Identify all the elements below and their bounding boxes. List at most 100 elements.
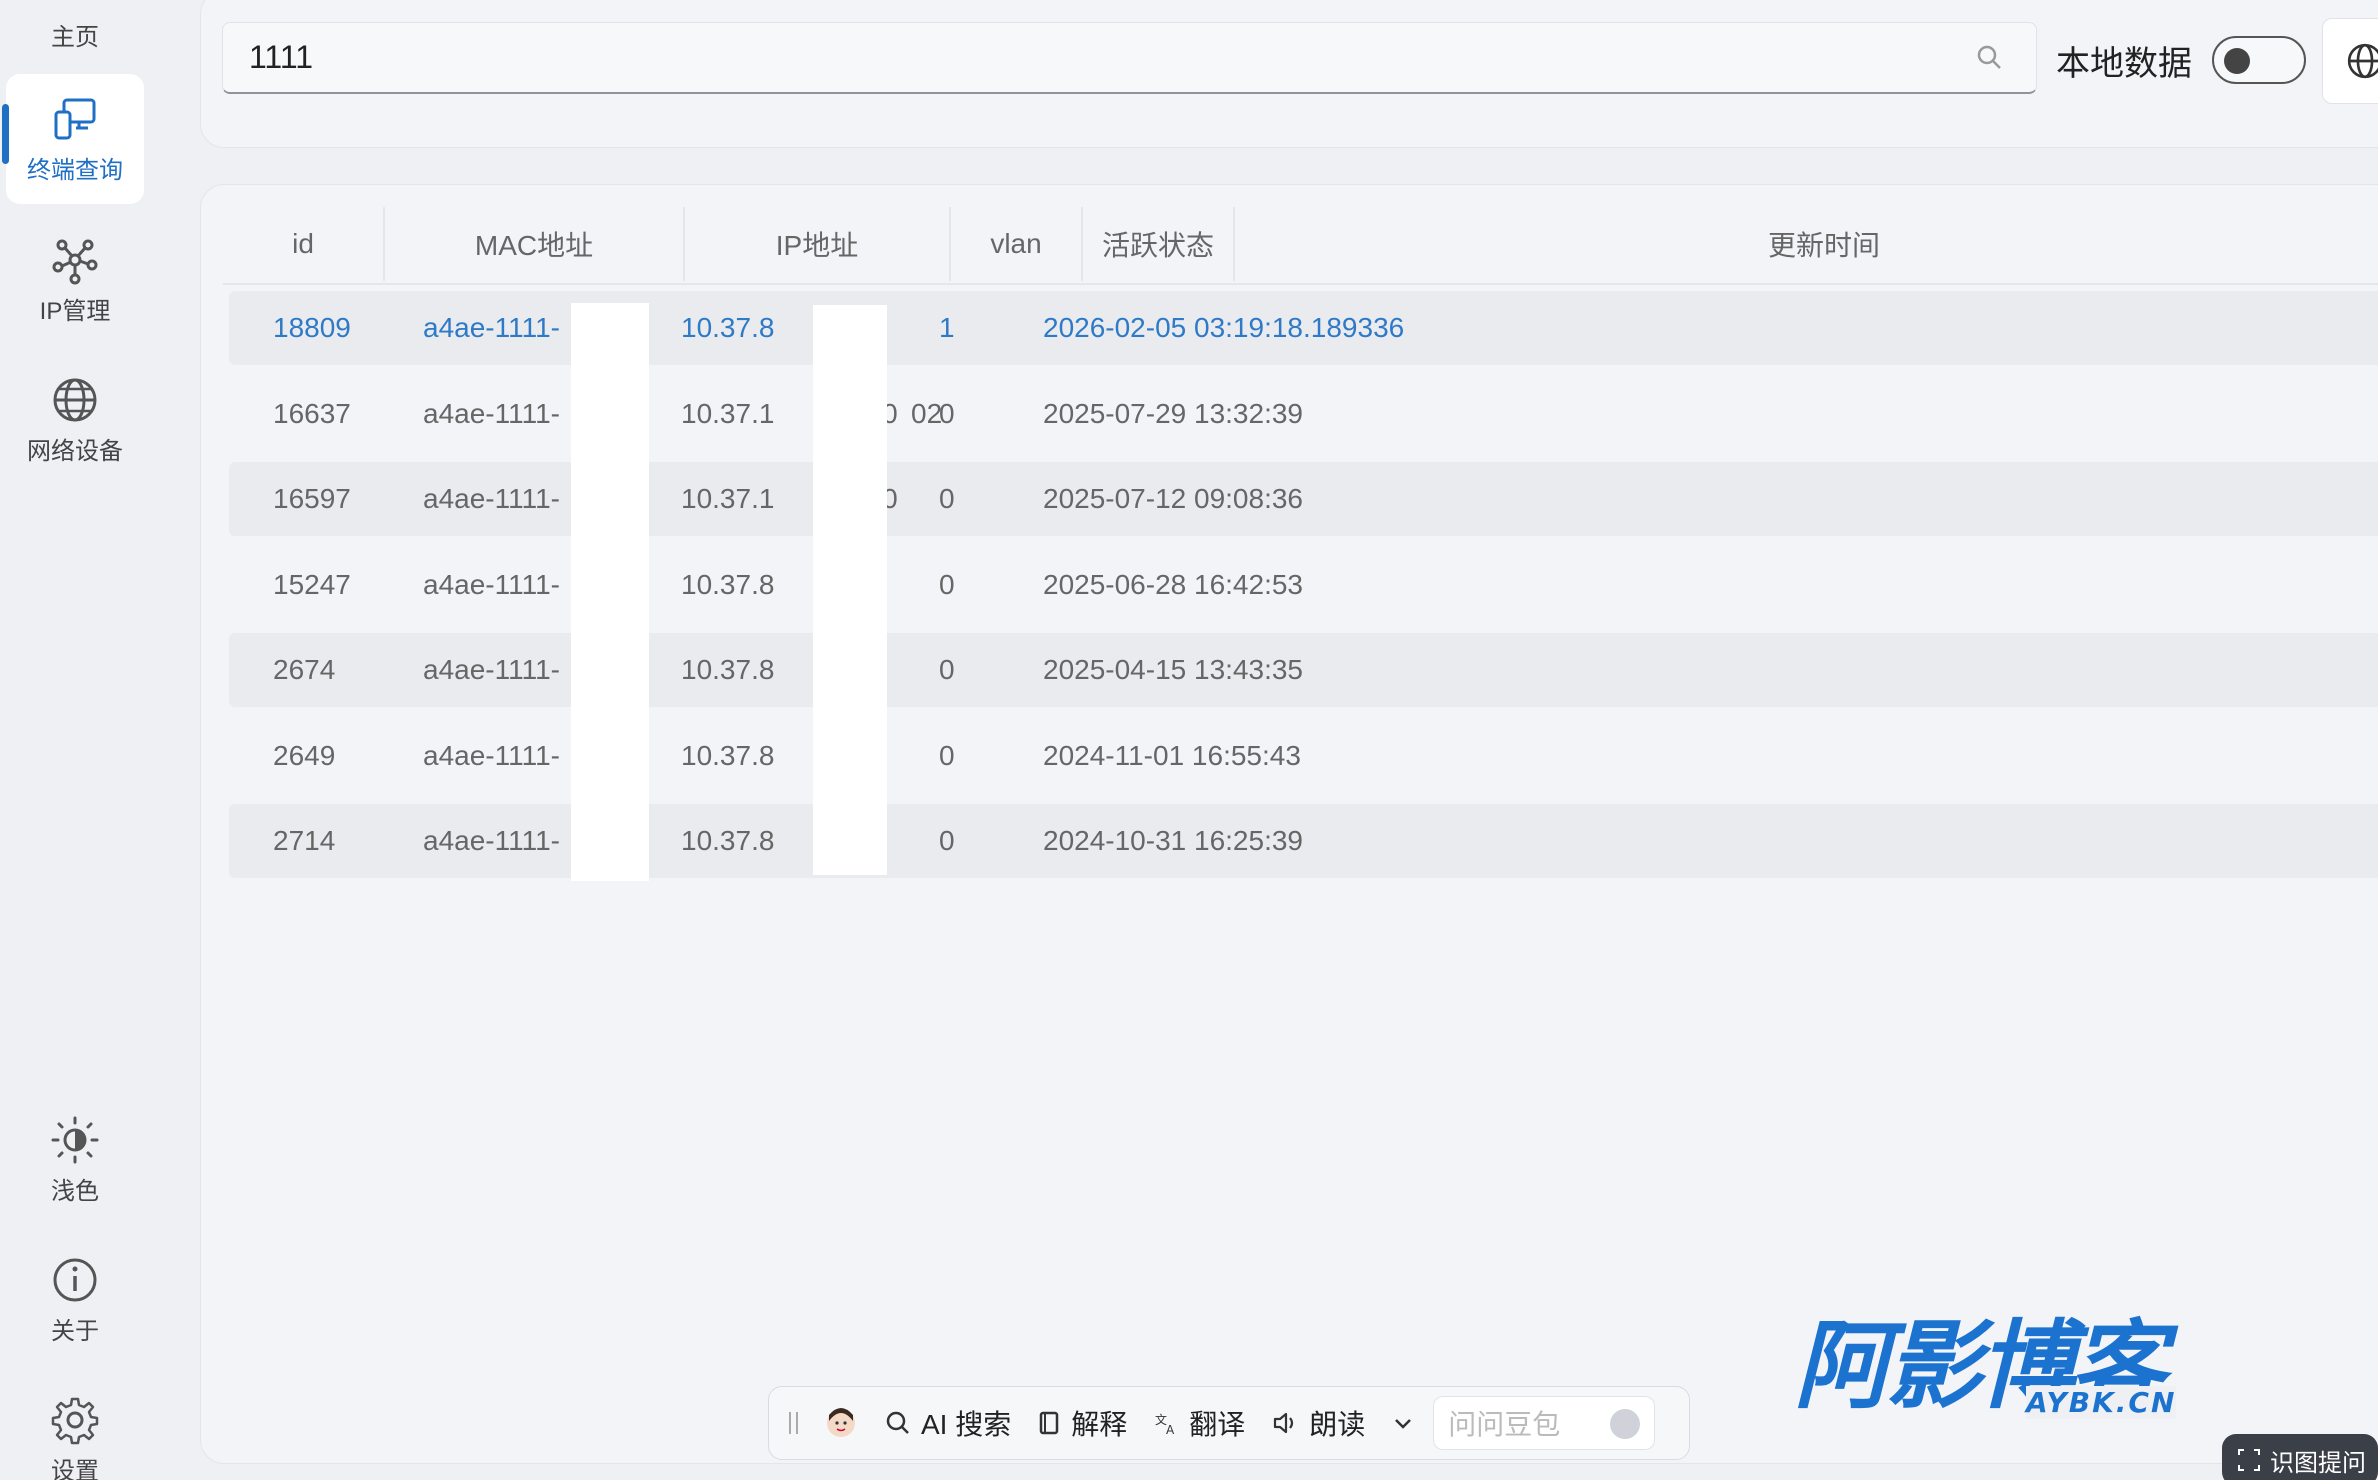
table-cell-ip: 10.37.8 xyxy=(681,825,775,856)
column-header-active-status[interactable]: 活跃状态 xyxy=(1083,205,1233,283)
ip-network-icon xyxy=(52,239,98,284)
table-cell-id: 18809 xyxy=(273,312,351,343)
translate-button[interactable]: 文A 翻译 xyxy=(1153,1403,1245,1443)
table-cell-ip-tail: 02 xyxy=(911,397,943,429)
table-cell-mac: a4ae-1111- xyxy=(423,654,560,685)
sidebar-item-label: 终端查询 xyxy=(27,156,123,184)
sidebar-item-terminal-query[interactable]: 终端查询 xyxy=(2,74,144,204)
local-data-toggle[interactable] xyxy=(2212,36,2306,84)
table-cell-updated: 2025-04-15 13:43:35 xyxy=(1043,654,1303,685)
table-cell-updated: 2025-07-12 09:08:36 xyxy=(1043,483,1303,514)
table-cell-mac: a4ae-1111- xyxy=(423,397,560,429)
language-button[interactable] xyxy=(2322,18,2378,104)
drag-handle-icon xyxy=(789,1412,798,1434)
table-row[interactable]: 2649a4ae-1111-10.37.8102024-11-01 16:55:… xyxy=(229,719,2378,793)
table-cell-active: 1 xyxy=(939,312,955,343)
search-input-value[interactable]: 1111 xyxy=(249,39,1970,76)
table-row[interactable]: 2714a4ae-1111-10.37.8102024-10-31 16:25:… xyxy=(229,804,2378,878)
explain-button[interactable]: 解释 xyxy=(1037,1403,1127,1443)
table-cell-id: 2674 xyxy=(273,654,336,685)
table-cell-active: 0 xyxy=(939,483,955,514)
watermark-logo: 阿影博客 AYBK.CN xyxy=(1794,1316,2194,1419)
table-cell-updated: 2025-07-29 13:32:39 xyxy=(1043,397,1303,429)
table-cell-id: 2714 xyxy=(273,825,336,856)
table-cell-active: 0 xyxy=(939,739,955,771)
settings-gear-icon xyxy=(51,1397,99,1444)
home-icon xyxy=(50,0,100,11)
sidebar-item-ip-management[interactable]: IP管理 xyxy=(6,220,144,340)
translate-label: 翻译 xyxy=(1189,1409,1246,1440)
table-cell-updated: 2026-02-05 03:19:18.189336 xyxy=(1043,312,1405,343)
sidebar-item-label: 网络设备 xyxy=(27,437,123,465)
table-row[interactable]: 15247a4ae-1111-10.37.88802025-06-28 16:4… xyxy=(229,548,2378,622)
ask-doubao-placeholder: 问问豆包 xyxy=(1448,1409,1561,1440)
translate-icon: 文A xyxy=(1155,1412,1175,1436)
ask-doubao-input[interactable]: 问问豆包 xyxy=(1433,1396,1656,1450)
send-arrow-icon[interactable] xyxy=(1610,1409,1641,1439)
column-header-updated-time[interactable]: 更新时间 xyxy=(1235,205,2378,283)
table-cell-updated: 2024-10-31 16:25:39 xyxy=(1043,825,1303,856)
sidebar-item-label: 设置 xyxy=(51,1457,99,1480)
sidebar: 主页 终端查询 IP管理 网络设备 浅色 关于 设置 xyxy=(0,0,144,1480)
read-aloud-button[interactable]: 朗读 xyxy=(1271,1403,1365,1443)
redaction-mask-mac xyxy=(571,303,649,881)
table-cell-ip: 10.37.1 xyxy=(681,397,775,429)
more-dropdown-button[interactable] xyxy=(1391,1411,1425,1435)
chevron-down-icon xyxy=(1395,1419,1412,1429)
table-cell-ip: 10.37.8 xyxy=(681,568,775,600)
table-row[interactable]: 2674a4ae-1111-10.37.88802025-04-15 13:43… xyxy=(229,633,2378,707)
table-cell-mac: a4ae-1111- xyxy=(423,312,560,343)
ai-search-icon xyxy=(886,1411,909,1434)
column-header-vlan[interactable]: vlan xyxy=(951,205,1081,283)
globe-icon xyxy=(53,378,97,421)
header-divider xyxy=(223,283,2378,285)
column-header-id[interactable]: id xyxy=(223,205,383,283)
table-cell-active: 0 xyxy=(939,654,955,685)
drag-handle[interactable] xyxy=(787,1408,811,1438)
table-row[interactable]: 16597a4ae-1111-10.37.136002025-07-12 09:… xyxy=(229,462,2378,536)
info-icon xyxy=(53,1258,97,1301)
table-row[interactable]: 18809a4ae-1111-10.37.8112026-02-05 03:19… xyxy=(229,291,2378,365)
local-data-label: 本地数据 xyxy=(2056,45,2192,83)
sidebar-item-about[interactable]: 关于 xyxy=(6,1240,144,1360)
ai-search-label: AI 搜索 xyxy=(921,1409,1012,1440)
results-table: id MAC地址 IP地址 vlan 活跃状态 更新时间 18809 a4ae-1… xyxy=(200,184,2378,1464)
table-cell-mac: a4ae-1111- xyxy=(423,568,560,600)
table-cell-id: 2649 xyxy=(273,739,336,771)
search-input[interactable]: 1111 xyxy=(222,22,2037,94)
globe-icon xyxy=(2347,43,2378,79)
svg-text:A: A xyxy=(1166,1423,1175,1436)
book-icon xyxy=(1040,1411,1059,1435)
sidebar-item-label: IP管理 xyxy=(39,297,111,325)
table-cell-active: 0 xyxy=(939,568,955,600)
table-cell-active: 0 xyxy=(939,825,955,856)
scan-image-icon xyxy=(2238,1449,2260,1471)
sidebar-item-home[interactable]: 主页 xyxy=(6,0,144,60)
column-header-ip[interactable]: IP地址 xyxy=(685,205,949,283)
ai-search-button[interactable]: AI 搜索 xyxy=(885,1403,1011,1443)
column-header-mac[interactable]: MAC地址 xyxy=(385,205,683,283)
speaker-icon xyxy=(1274,1412,1294,1434)
explain-label: 解释 xyxy=(1071,1409,1128,1440)
watermark-sub-text: AYBK.CN xyxy=(2026,1386,2177,1419)
table-cell-updated: 2024-11-01 16:55:43 xyxy=(1043,739,1301,771)
table-cell-id: 16597 xyxy=(273,483,351,514)
sidebar-item-theme[interactable]: 浅色 xyxy=(6,1100,144,1220)
sidebar-item-label: 主页 xyxy=(51,23,99,51)
redaction-mask-ip xyxy=(813,305,887,875)
assistant-avatar[interactable] xyxy=(825,1407,867,1439)
table-cell-ip: 10.37.8 xyxy=(681,739,775,771)
sidebar-item-settings[interactable]: 设置 xyxy=(6,1380,144,1480)
table-cell-ip: 10.37.1 xyxy=(681,483,775,514)
table-cell-id: 16637 xyxy=(273,397,351,429)
sidebar-item-label: 浅色 xyxy=(51,1177,99,1205)
theme-brightness-icon xyxy=(51,1116,99,1163)
table-row[interactable]: 16637a4ae-1111-10.37.136002025-07-29 13:… xyxy=(229,377,2378,451)
table-cell-mac: a4ae-1111- xyxy=(423,739,560,771)
sidebar-item-network-devices[interactable]: 网络设备 xyxy=(6,360,144,480)
table-cell-updated: 2025-06-28 16:42:53 xyxy=(1043,568,1303,600)
image-ask-button[interactable]: 识图提问 xyxy=(2222,1434,2378,1480)
search-icon[interactable] xyxy=(1970,38,2010,78)
table-cell-mac: a4ae-1111- xyxy=(423,483,560,514)
terminal-query-icon xyxy=(54,98,96,139)
